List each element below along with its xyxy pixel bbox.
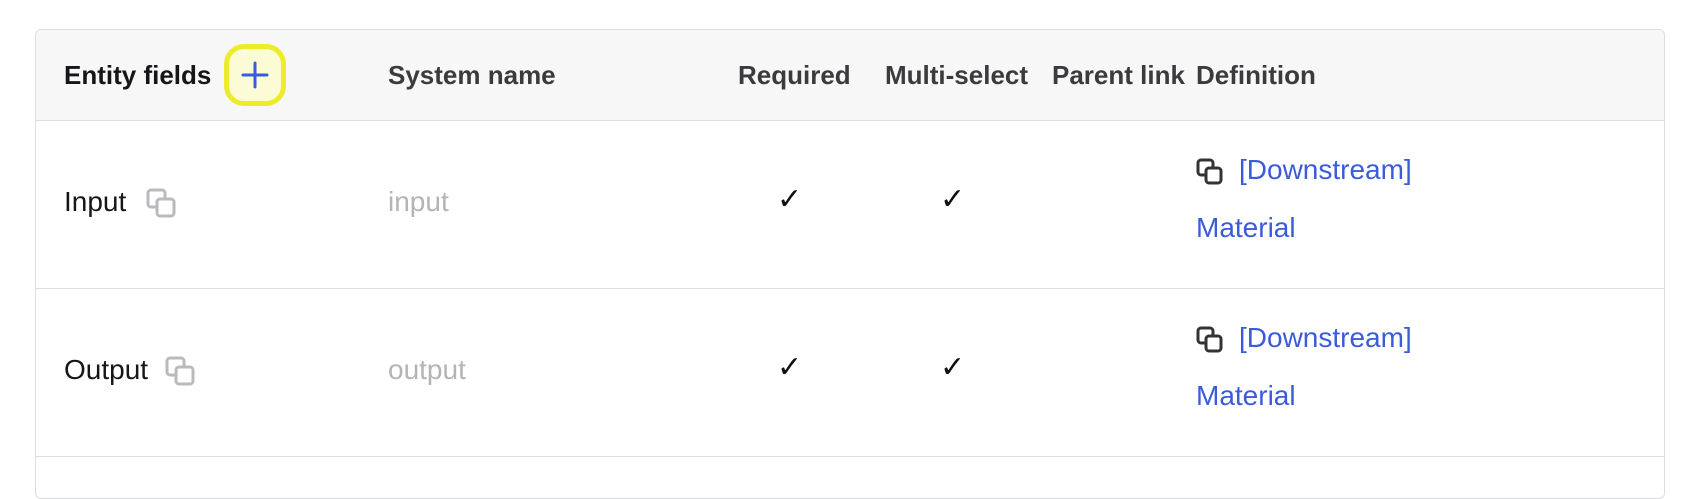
required-check: ✓ bbox=[777, 350, 803, 385]
header-parent-link: Parent link bbox=[1052, 60, 1185, 90]
table-header: Entity fields System name Required Multi… bbox=[36, 30, 1664, 121]
header-required: Required bbox=[738, 60, 851, 90]
entity-fields-table: Entity fields System name Required Multi… bbox=[35, 29, 1665, 499]
definition-link[interactable]: [Downstream] bbox=[1239, 322, 1412, 354]
header-definition: Definition bbox=[1196, 60, 1316, 90]
table-row: Output output ✓ ✓ [Downstream] Material bbox=[36, 288, 1664, 457]
field-name: Input bbox=[64, 186, 127, 217]
definition-link[interactable]: [Downstream] bbox=[1239, 154, 1412, 186]
header-system-name: System name bbox=[388, 60, 556, 90]
linked-copy-icon[interactable] bbox=[1196, 326, 1224, 359]
copy-icon[interactable] bbox=[146, 188, 176, 223]
header-entity-fields: Entity fields bbox=[64, 60, 212, 90]
field-name: Output bbox=[64, 354, 149, 385]
system-name: output bbox=[388, 354, 466, 385]
definition-link-material[interactable]: Material bbox=[1196, 380, 1296, 412]
multi-select-check: ✓ bbox=[940, 182, 966, 217]
definition-link-material[interactable]: Material bbox=[1196, 212, 1296, 244]
table-row: Input input ✓ ✓ [Downstream] Material bbox=[36, 120, 1664, 289]
header-multi-select: Multi-select bbox=[885, 60, 1029, 90]
copy-icon[interactable] bbox=[165, 356, 195, 391]
multi-select-check: ✓ bbox=[940, 350, 966, 385]
add-field-button[interactable] bbox=[224, 44, 286, 106]
system-name: input bbox=[388, 186, 449, 217]
required-check: ✓ bbox=[777, 182, 803, 217]
linked-copy-icon[interactable] bbox=[1196, 158, 1224, 191]
